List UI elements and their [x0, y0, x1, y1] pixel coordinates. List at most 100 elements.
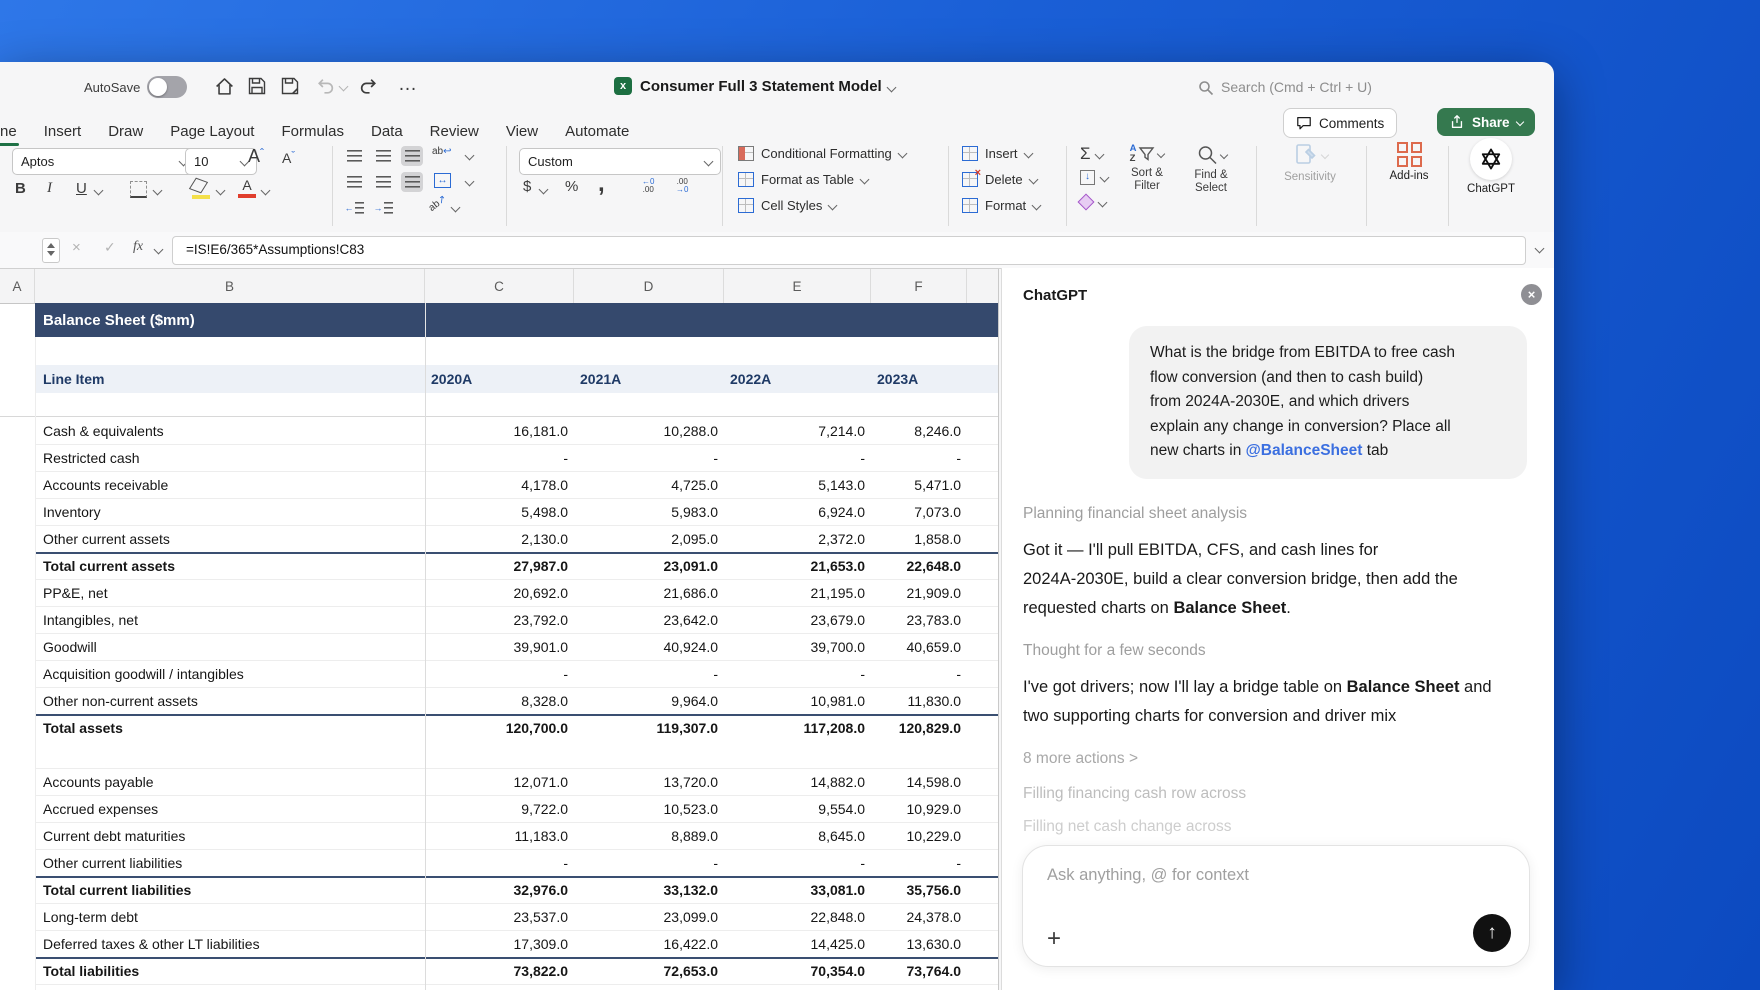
- cell-value[interactable]: 2,095.0: [574, 531, 724, 547]
- row-label[interactable]: Deferred taxes & other LT liabilities: [35, 936, 425, 952]
- cell-value[interactable]: 70,354.0: [724, 963, 871, 979]
- grow-font-button[interactable]: Aˆ: [248, 146, 264, 167]
- cell-value[interactable]: 8,645.0: [724, 828, 871, 844]
- format-cells-button[interactable]: Format: [962, 198, 1042, 213]
- cell-value[interactable]: 117,208.0: [724, 720, 871, 736]
- font-color-icon[interactable]: A: [238, 177, 256, 198]
- delete-cells-button[interactable]: Delete: [962, 167, 1039, 187]
- decrease-decimal-button[interactable]: .00 →0: [676, 178, 688, 194]
- cell-value[interactable]: 40,924.0: [574, 639, 724, 655]
- cell-value[interactable]: 4,178.0: [425, 477, 574, 493]
- tab-formulas[interactable]: Formulas: [281, 123, 344, 140]
- row-label[interactable]: Total current liabilities: [35, 882, 425, 898]
- cell-value[interactable]: 72,653.0: [574, 963, 724, 979]
- cell-value[interactable]: 2,130.0: [425, 531, 574, 547]
- percent-button[interactable]: %: [565, 178, 578, 195]
- row-label[interactable]: Goodwill: [35, 639, 425, 655]
- table-row[interactable]: Accrued expenses 9,722.0 10,523.0 9,554.0 10…: [0, 795, 999, 822]
- row-label[interactable]: Total liabilities: [35, 963, 425, 979]
- cell-value[interactable]: -: [574, 450, 724, 466]
- table-row[interactable]: Goodwill 39,901.0 40,924.0 39,700.0 40,659.0: [0, 633, 999, 660]
- cell-value[interactable]: 22,848.0: [724, 909, 871, 925]
- cell-value[interactable]: 11,830.0: [871, 693, 967, 709]
- enter-icon[interactable]: ✓: [104, 239, 116, 256]
- table-row[interactable]: Other current assets 2,130.0 2,095.0 2,372.…: [0, 525, 999, 552]
- tab-view[interactable]: View: [506, 123, 538, 140]
- increase-indent-icon[interactable]: →: [372, 198, 394, 218]
- document-title[interactable]: Consumer Full 3 Statement Model: [640, 78, 882, 95]
- find-select-button[interactable]: Find & Select: [1182, 144, 1240, 195]
- cell-value[interactable]: -: [871, 450, 967, 466]
- cell-value[interactable]: -: [724, 450, 871, 466]
- blank-row[interactable]: [0, 741, 999, 768]
- formula-text[interactable]: =IS!E6/365*Assumptions!C83: [186, 242, 364, 257]
- column-header-d[interactable]: D: [574, 269, 724, 303]
- cell-value[interactable]: 23,091.0: [574, 558, 724, 574]
- row-label[interactable]: Long-term debt: [35, 909, 425, 925]
- conditional-formatting-button[interactable]: Conditional Formatting: [738, 146, 908, 161]
- table-row[interactable]: Long-term debt 23,537.0 23,099.0 22,848.0 24…: [0, 903, 999, 930]
- table-row[interactable]: Existing common equity / accumulated sur…: [0, 984, 999, 990]
- cell-value[interactable]: -: [871, 666, 967, 682]
- table-row[interactable]: Total current assets 27,987.0 23,091.0 21,6…: [0, 552, 999, 579]
- cell-value[interactable]: 21,686.0: [574, 585, 724, 601]
- table-row[interactable]: Total liabilities 73,822.0 72,653.0 70,354.…: [0, 957, 999, 984]
- table-row[interactable]: PP&E, net 20,692.0 21,686.0 21,195.0 21,909.…: [0, 579, 999, 606]
- save-icon[interactable]: [247, 76, 267, 96]
- cell-value[interactable]: 13,630.0: [871, 936, 967, 952]
- cell-value[interactable]: 24,378.0: [871, 909, 967, 925]
- cell-value[interactable]: 10,288.0: [574, 423, 724, 439]
- cell-value[interactable]: 23,642.0: [574, 612, 724, 628]
- clear-button[interactable]: [1077, 193, 1108, 211]
- row-label[interactable]: Inventory: [35, 504, 425, 520]
- cell-value[interactable]: 8,246.0: [871, 423, 967, 439]
- column-header-f[interactable]: F: [871, 269, 967, 303]
- table-row[interactable]: Other current liabilities - - - -: [0, 849, 999, 876]
- sort-filter-button[interactable]: AZ Sort & Filter: [1118, 144, 1176, 193]
- formula-bar-expand-icon[interactable]: [1534, 243, 1545, 254]
- number-format-select[interactable]: Custom: [519, 148, 721, 175]
- format-as-table-button[interactable]: Format as Table: [738, 172, 870, 187]
- decrease-indent-icon[interactable]: ←: [343, 198, 365, 218]
- align-right-icon[interactable]: [401, 172, 423, 192]
- table-row[interactable]: Current debt maturities 11,183.0 8,889.0 8,…: [0, 822, 999, 849]
- font-color-chevron-icon[interactable]: [260, 185, 271, 196]
- cell-value[interactable]: 10,229.0: [871, 828, 967, 844]
- wrap-text-chevron-icon[interactable]: [464, 150, 475, 161]
- cell-value[interactable]: -: [425, 855, 574, 871]
- cell-value[interactable]: 20,692.0: [425, 585, 574, 601]
- cell-value[interactable]: 10,929.0: [871, 801, 967, 817]
- wrap-text-icon[interactable]: ab↩: [432, 146, 452, 157]
- cell-value[interactable]: 16,422.0: [574, 936, 724, 952]
- undo-chevron-icon[interactable]: [338, 81, 349, 92]
- underline-chevron-icon[interactable]: [93, 185, 104, 196]
- cell-value[interactable]: 23,099.0: [574, 909, 724, 925]
- more-actions-link[interactable]: 8 more actions >: [1023, 750, 1528, 768]
- tab-page-layout[interactable]: Page Layout: [170, 123, 254, 140]
- fill-button[interactable]: ↓: [1080, 170, 1110, 185]
- cell-value[interactable]: 9,554.0: [724, 801, 871, 817]
- cell-styles-button[interactable]: Cell Styles: [738, 198, 838, 213]
- cell-value[interactable]: 16,181.0: [425, 423, 574, 439]
- column-header-a[interactable]: A: [0, 269, 35, 303]
- cell-value[interactable]: 73,822.0: [425, 963, 574, 979]
- cell-value[interactable]: 17,309.0: [425, 936, 574, 952]
- attach-button[interactable]: +: [1047, 927, 1061, 951]
- close-icon[interactable]: ×: [1521, 284, 1542, 305]
- cell-value[interactable]: 73,764.0: [871, 963, 967, 979]
- composer-input[interactable]: Ask anything, @ for context: [1047, 866, 1249, 885]
- save-as-icon[interactable]: [280, 76, 300, 96]
- cell-value[interactable]: -: [724, 666, 871, 682]
- comma-style-button[interactable]: ,: [598, 170, 605, 198]
- cell-value[interactable]: -: [425, 666, 574, 682]
- fx-chevron-icon[interactable]: [153, 244, 164, 255]
- autosum-button[interactable]: Σ: [1080, 144, 1104, 164]
- fx-icon[interactable]: fx: [133, 239, 143, 255]
- merge-center-icon[interactable]: ↔: [434, 173, 451, 188]
- cell-value[interactable]: 23,783.0: [871, 612, 967, 628]
- name-box-stepper[interactable]: [42, 238, 60, 263]
- cell-value[interactable]: 22,648.0: [871, 558, 967, 574]
- cell-value[interactable]: 6,924.0: [724, 504, 871, 520]
- cell-value[interactable]: 9,722.0: [425, 801, 574, 817]
- cell-value[interactable]: 33,081.0: [724, 882, 871, 898]
